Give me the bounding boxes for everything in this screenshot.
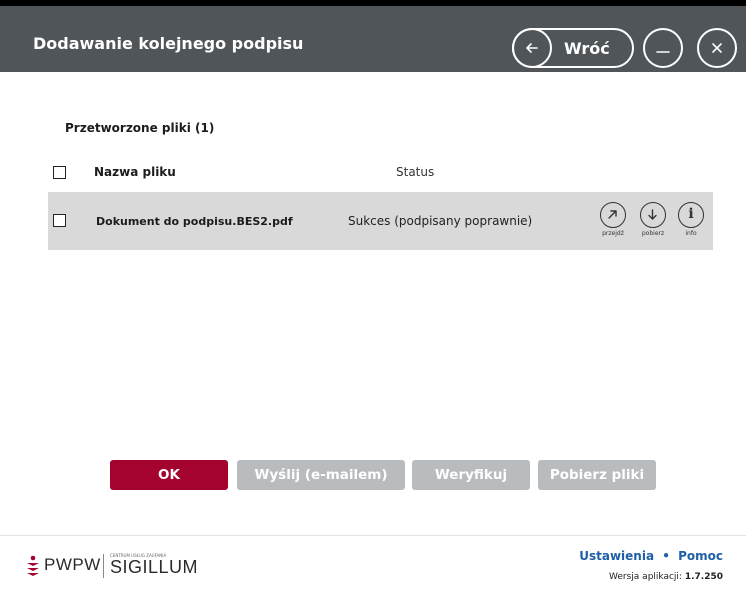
info-label: info <box>685 230 697 237</box>
footer-divider <box>0 535 746 536</box>
goto-label: przejdź <box>602 230 624 237</box>
verify-button[interactable]: Weryfikuj <box>412 460 530 490</box>
close-icon <box>712 43 722 53</box>
info-button[interactable]: i info <box>676 202 706 237</box>
page-title: Dodawanie kolejnego podpisu <box>33 34 304 53</box>
minimize-button[interactable] <box>643 28 683 68</box>
processed-files-title: Przetworzone pliki (1) <box>65 121 215 135</box>
send-email-button[interactable]: Wyślij (e-mailem) <box>237 460 405 490</box>
ok-button[interactable]: OK <box>110 460 228 490</box>
file-name: Dokument do podpisu.BES2.pdf <box>96 215 293 228</box>
close-button[interactable] <box>697 28 737 68</box>
help-link[interactable]: Pomoc <box>678 549 723 563</box>
logo-separator <box>103 554 104 578</box>
table-row: Dokument do podpisu.BES2.pdf Sukces (pod… <box>48 192 713 250</box>
back-button[interactable]: Wróć <box>512 28 634 68</box>
version-label: Wersja aplikacji: <box>609 572 682 582</box>
download-files-button[interactable]: Pobierz pliki <box>538 460 656 490</box>
column-header-name: Nazwa pliku <box>94 165 176 179</box>
link-separator: • <box>662 549 670 563</box>
column-header-status: Status <box>396 165 435 179</box>
file-status: Sukces (podpisany poprawnie) <box>348 214 533 228</box>
arrow-up-right-icon <box>600 202 626 228</box>
goto-button[interactable]: przejdź <box>598 202 628 237</box>
pwpw-mark-icon <box>27 555 39 576</box>
arrow-down-icon <box>640 202 666 228</box>
select-all-checkbox[interactable] <box>53 166 66 179</box>
row-checkbox[interactable] <box>53 214 66 227</box>
logo-sigillum-text: SIGILLUM <box>110 557 199 577</box>
back-button-label: Wróć <box>564 39 610 58</box>
download-button[interactable]: pobierz <box>638 202 668 237</box>
version-number: 1.7.250 <box>684 572 723 582</box>
minimize-icon <box>656 51 670 53</box>
arrow-left-icon <box>512 28 552 68</box>
settings-link[interactable]: Ustawienia <box>579 549 654 563</box>
logo-pwpw-text: PWPW <box>44 555 101 574</box>
download-label: pobierz <box>641 230 665 237</box>
app-version: Wersja aplikacji: 1.7.250 <box>609 572 723 582</box>
header-bar: Dodawanie kolejnego podpisu Wróć <box>0 6 746 72</box>
footer-links: Ustawienia • Pomoc <box>579 549 723 563</box>
info-icon: i <box>678 202 704 228</box>
